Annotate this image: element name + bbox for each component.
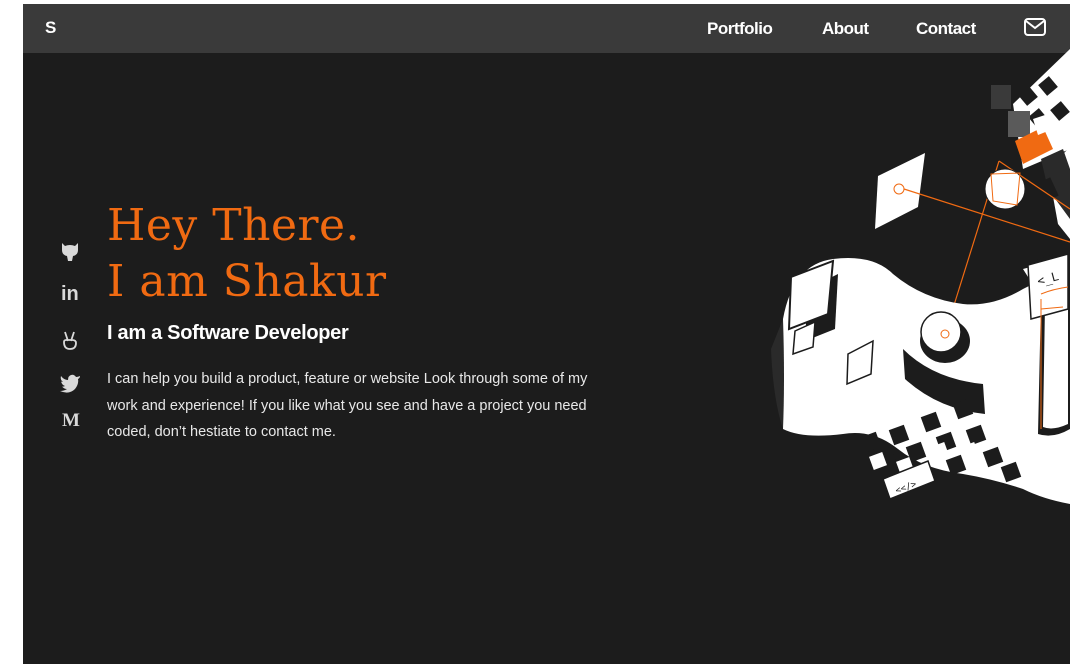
- hero-illustration: <_L <</>: [771, 49, 1070, 504]
- medium-glyph: M: [62, 410, 80, 431]
- floating-card: [875, 153, 925, 229]
- nav-link-portfolio[interactable]: Portfolio: [707, 19, 773, 39]
- brand-logo[interactable]: S: [45, 18, 56, 38]
- hero-headline: Hey There. I am Shakur: [107, 198, 387, 310]
- hero-description: I can help you build a product, feature …: [107, 371, 588, 440]
- mail-icon[interactable]: [1023, 16, 1047, 38]
- page-frame: S Portfolio About Contact in M Hey There…: [23, 4, 1070, 664]
- top-navbar: S Portfolio About Contact: [23, 4, 1070, 53]
- checker-block-top: [991, 49, 1070, 239]
- linkedin-icon[interactable]: in: [59, 283, 81, 307]
- nav-link-about[interactable]: About: [822, 19, 869, 39]
- medium-icon[interactable]: M: [59, 410, 81, 435]
- angellist-icon[interactable]: [59, 329, 81, 351]
- hero-greeting: Hey There.: [107, 200, 361, 251]
- github-icon[interactable]: [59, 240, 81, 262]
- linkedin-glyph: in: [61, 283, 79, 305]
- nav-link-contact[interactable]: Contact: [916, 19, 976, 39]
- hero-subtitle: I am a Software Developer: [107, 322, 349, 344]
- twitter-icon[interactable]: [59, 372, 81, 394]
- hero-name: I am Shakur: [107, 256, 387, 307]
